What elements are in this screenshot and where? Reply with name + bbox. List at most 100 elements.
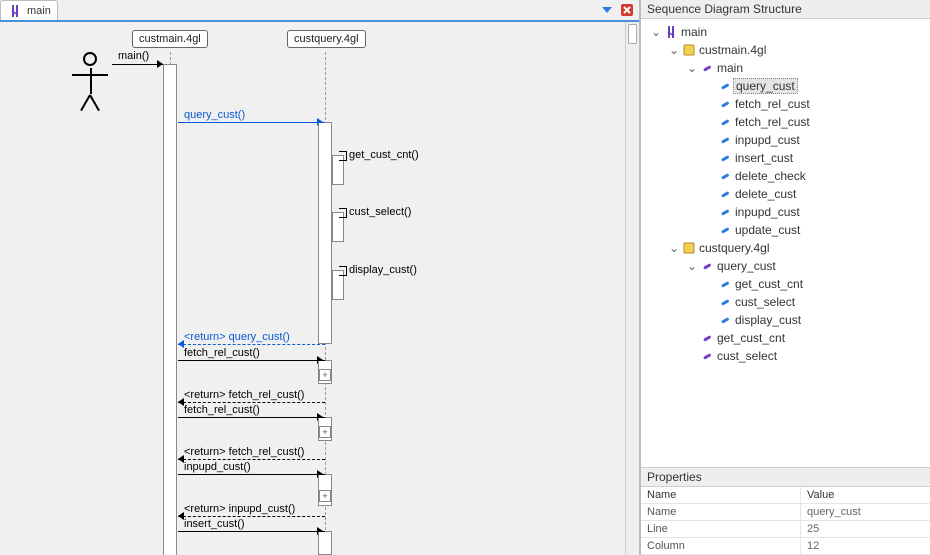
expand-toggle-icon[interactable]: ⌄ [685,61,699,75]
tree-item[interactable]: fetch_rel_cust [641,95,930,113]
message-label[interactable]: fetch_rel_cust() [184,404,260,416]
message-line[interactable] [178,417,325,418]
tree-item[interactable]: update_cust [641,221,930,239]
tab-label: main [27,5,51,17]
expand-toggle-icon[interactable]: ⌄ [649,25,663,39]
message-label[interactable]: insert_cust() [184,518,245,530]
activation-bar[interactable] [318,122,332,344]
tree-item[interactable]: ⌄ main [641,23,930,41]
message-label[interactable]: display_cust() [349,264,417,276]
property-row: Line25 [641,521,930,538]
func-def-icon [699,348,715,364]
tree-item-label: get_cust_cnt [733,277,803,291]
diagram-canvas[interactable]: custmain.4glcustquery.4glmain()query_cus… [0,22,639,555]
vertical-scrollbar[interactable] [625,22,639,555]
expand-toggle-icon[interactable]: ⌄ [667,241,681,255]
tree-item-label: custquery.4gl [697,241,769,255]
tree-item[interactable]: ⌄ query_cust [641,257,930,275]
call-icon [717,222,733,238]
call-icon [717,114,733,130]
tab-main[interactable]: main [0,0,58,20]
message-line[interactable] [178,344,325,345]
call-icon [717,204,733,220]
call-icon [717,78,733,94]
tree-item-label: cust_select [733,295,795,309]
tree-item-label: main [679,25,707,39]
properties-header-name: Name [641,487,801,503]
module-icon [7,3,23,19]
message-label[interactable]: cust_select() [349,206,411,218]
expand-toggle-icon[interactable]: ⌄ [667,43,681,57]
structure-tree[interactable]: ⌄ main ⌄ custmain.4gl ⌄ main query_cust fetch_r… [641,19,930,467]
message-label[interactable]: <return> inpupd_cust() [184,503,295,515]
tree-item-label: inpupd_cust [733,205,800,219]
properties-header: Name Value [641,487,930,504]
tree-item-label: cust_select [715,349,777,363]
tree-item[interactable]: get_cust_cnt [641,329,930,347]
lifeline-head[interactable]: custquery.4gl [287,30,366,48]
message-line[interactable] [178,360,325,361]
property-row: Column12 [641,538,930,555]
file-icon [681,42,697,58]
message-label[interactable]: <return> query_cust() [184,331,290,343]
tree-item[interactable]: fetch_rel_cust [641,113,930,131]
scrollbar-thumb[interactable] [628,24,637,44]
tree-item-label: fetch_rel_cust [733,97,810,111]
tree-item[interactable]: ⌄ custmain.4gl [641,41,930,59]
message-line[interactable] [178,402,325,403]
tree-item[interactable]: display_cust [641,311,930,329]
call-icon [717,294,733,310]
tree-item[interactable]: get_cust_cnt [641,275,930,293]
close-icon[interactable] [619,2,635,18]
tree-item[interactable]: ⌄ main [641,59,930,77]
call-icon [717,132,733,148]
message-line[interactable] [178,474,325,475]
tree-item[interactable]: delete_check [641,167,930,185]
message-line[interactable] [178,516,325,517]
activation-bar[interactable] [163,64,177,555]
message-line[interactable] [178,531,325,532]
diagram-pane: main custmain.4glcustquery.4glmain()quer… [0,0,640,555]
tree-item[interactable]: cust_select [641,347,930,365]
property-key: Column [641,538,801,554]
message-label[interactable]: <return> fetch_rel_cust() [184,389,304,401]
message-label[interactable]: get_cust_cnt() [349,149,419,161]
tree-item-label: query_cust [715,259,776,273]
structure-pane: Sequence Diagram Structure ⌄ main ⌄ custmai… [640,0,930,555]
tabbar: main [0,0,639,22]
message-label[interactable]: query_cust() [184,109,245,121]
tree-item-label: inpupd_cust [733,133,800,147]
lifeline-head[interactable]: custmain.4gl [132,30,208,48]
property-value: 12 [801,538,930,554]
call-icon [717,168,733,184]
tree-item[interactable]: cust_select [641,293,930,311]
property-key: Name [641,504,801,520]
message-label[interactable]: <return> fetch_rel_cust() [184,446,304,458]
call-icon [717,150,733,166]
expand-icon[interactable]: + [319,369,331,381]
message-line[interactable] [178,122,325,123]
message-label[interactable]: fetch_rel_cust() [184,347,260,359]
activation-bar[interactable] [318,531,332,555]
expand-toggle-icon[interactable]: ⌄ [685,259,699,273]
structure-title: Sequence Diagram Structure [641,0,930,19]
actor-icon [70,52,130,122]
minimize-icon[interactable] [599,2,615,18]
tree-item-label: get_cust_cnt [715,331,785,345]
property-key: Line [641,521,801,537]
tree-item[interactable]: ⌄ custquery.4gl [641,239,930,257]
message-label[interactable]: inpupd_cust() [184,461,251,473]
call-icon [717,276,733,292]
tree-item[interactable]: insert_cust [641,149,930,167]
call-icon [717,312,733,328]
tree-item-label: query_cust [733,78,798,94]
expand-icon[interactable]: + [319,426,331,438]
tree-item[interactable]: query_cust [641,77,930,95]
tree-item-label: main [715,61,743,75]
message-line[interactable] [178,459,325,460]
tree-item[interactable]: inpupd_cust [641,131,930,149]
tree-item[interactable]: inpupd_cust [641,203,930,221]
tree-item-label: custmain.4gl [697,43,766,57]
tree-item[interactable]: delete_cust [641,185,930,203]
expand-icon[interactable]: + [319,490,331,502]
